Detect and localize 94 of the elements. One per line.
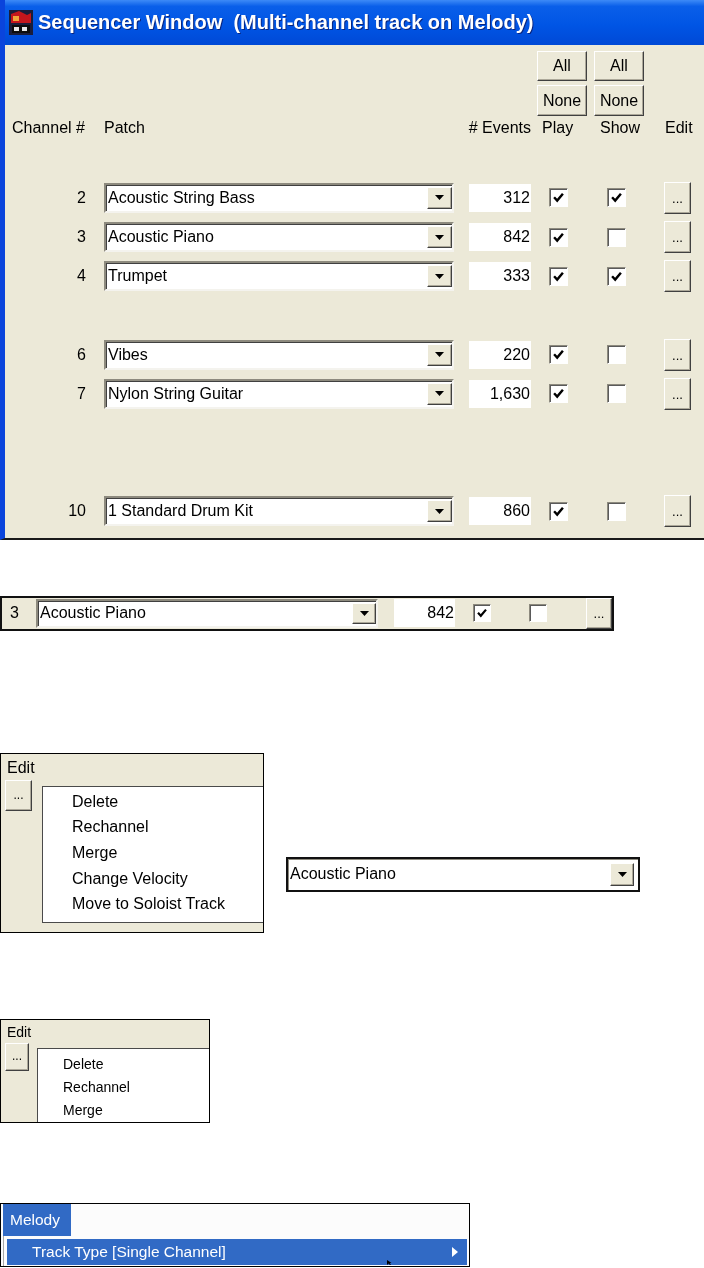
checkbox[interactable]	[549, 502, 568, 521]
menu-item[interactable]: Track Type [Single Channel]	[7, 1238, 467, 1265]
menu-item[interactable]: Delete	[38, 1052, 209, 1076]
dropdown-button[interactable]	[352, 602, 376, 624]
checkbox[interactable]	[473, 604, 491, 623]
caret-icon	[435, 195, 444, 201]
edit-button[interactable]: ...	[5, 779, 32, 811]
check-icon	[553, 270, 564, 282]
channel-number: 3	[10, 604, 20, 623]
menu-bar-item[interactable]: Melody	[3, 1203, 71, 1236]
checkbox[interactable]	[549, 345, 568, 365]
checkbox[interactable]	[607, 502, 626, 521]
edit-button[interactable]: ...	[664, 377, 691, 410]
check-icon	[553, 192, 564, 204]
window-title: Sequencer Window (Multi-channel track on Melody)	[38, 11, 534, 34]
menu-item[interactable]: Merge	[43, 840, 263, 866]
edit-button[interactable]: ...	[664, 260, 691, 293]
checkbox[interactable]	[607, 227, 626, 247]
check-icon	[553, 349, 564, 361]
channel-number: 10	[68, 502, 86, 521]
menu-item[interactable]: Delete	[43, 788, 263, 815]
patch-dropdown[interactable]: Acoustic Piano	[286, 856, 640, 892]
check-icon	[553, 506, 564, 517]
column-header: Show	[600, 119, 641, 137]
patch-dropdown[interactable]: Acoustic String Bass	[104, 183, 454, 213]
patch-dropdown[interactable]: Trumpet	[104, 261, 454, 292]
channel-number: 3	[77, 228, 86, 247]
menu-item[interactable]: Rechannel	[43, 814, 263, 841]
dropdown-button[interactable]	[427, 382, 452, 405]
select-none-button[interactable]: None	[594, 85, 644, 116]
caret-icon	[435, 273, 444, 279]
column-header: Edit	[665, 119, 693, 137]
edit-button[interactable]: ...	[5, 1042, 29, 1071]
events-field: 842	[469, 223, 531, 252]
checkbox[interactable]	[607, 384, 626, 404]
dropdown-button[interactable]	[427, 500, 452, 523]
caret-icon	[435, 509, 444, 514]
column-header: Edit	[7, 757, 35, 778]
checkbox[interactable]	[549, 266, 568, 286]
column-header: # Events	[468, 119, 531, 137]
checkbox[interactable]	[549, 227, 568, 247]
dropdown-button[interactable]	[427, 265, 452, 288]
checkbox[interactable]	[607, 345, 626, 365]
menu-item[interactable]: Move to Soloist Track	[43, 891, 263, 918]
menu-item[interactable]: Merge	[38, 1098, 209, 1122]
patch-dropdown[interactable]: Acoustic Piano	[104, 222, 454, 253]
check-icon	[477, 608, 487, 619]
events-field: 333	[469, 262, 531, 291]
dropdown-button[interactable]	[427, 226, 452, 249]
patch-dropdown[interactable]: Nylon String Guitar	[104, 378, 454, 409]
caret-icon	[435, 391, 444, 397]
app-icon	[9, 10, 33, 35]
column-header: Channel #	[12, 119, 85, 137]
edit-button[interactable]: ...	[664, 495, 691, 528]
channel-number: 2	[77, 189, 86, 207]
dropdown-button[interactable]	[427, 187, 452, 209]
caret-icon	[617, 871, 627, 877]
select-all-button[interactable]: All	[594, 51, 644, 81]
checkbox[interactable]	[607, 188, 626, 208]
column-header: Play	[542, 119, 574, 137]
check-icon	[553, 231, 564, 243]
check-icon	[611, 270, 622, 282]
edit-button[interactable]: ...	[664, 182, 691, 214]
events-field: 220	[469, 340, 531, 369]
events-field: 312	[469, 184, 531, 212]
edit-button[interactable]: ...	[664, 221, 691, 254]
patch-dropdown[interactable]: 1 Standard Drum Kit	[104, 496, 454, 527]
menu-item[interactable]: Change Velocity	[43, 865, 263, 892]
column-header: Edit	[7, 1023, 32, 1041]
caret-icon	[435, 352, 444, 358]
select-all-button[interactable]: All	[537, 51, 587, 81]
caret-icon	[435, 234, 444, 240]
events-field: 842	[394, 599, 455, 628]
patch-dropdown[interactable]: Vibes	[104, 339, 454, 370]
channel-number: 6	[77, 345, 86, 364]
menu-item[interactable]: Rechannel	[38, 1075, 209, 1099]
column-header: Patch	[104, 119, 145, 137]
channel-number: 7	[77, 384, 86, 403]
caret-icon	[359, 610, 369, 616]
check-icon	[553, 388, 564, 400]
dropdown-button[interactable]	[610, 862, 634, 886]
dropdown-button[interactable]	[427, 343, 452, 366]
edit-button[interactable]: ...	[664, 338, 691, 371]
checkbox[interactable]	[549, 384, 568, 404]
checkbox[interactable]	[607, 266, 626, 286]
checkbox[interactable]	[549, 188, 568, 208]
events-field: 1,630	[469, 379, 531, 408]
edit-button[interactable]: ...	[586, 597, 612, 629]
select-none-button[interactable]: None	[537, 85, 587, 116]
checkbox[interactable]	[529, 604, 547, 623]
events-field: 860	[469, 497, 531, 526]
patch-dropdown[interactable]: Acoustic Piano	[36, 598, 378, 628]
check-icon	[611, 192, 622, 204]
channel-number: 4	[77, 267, 86, 286]
